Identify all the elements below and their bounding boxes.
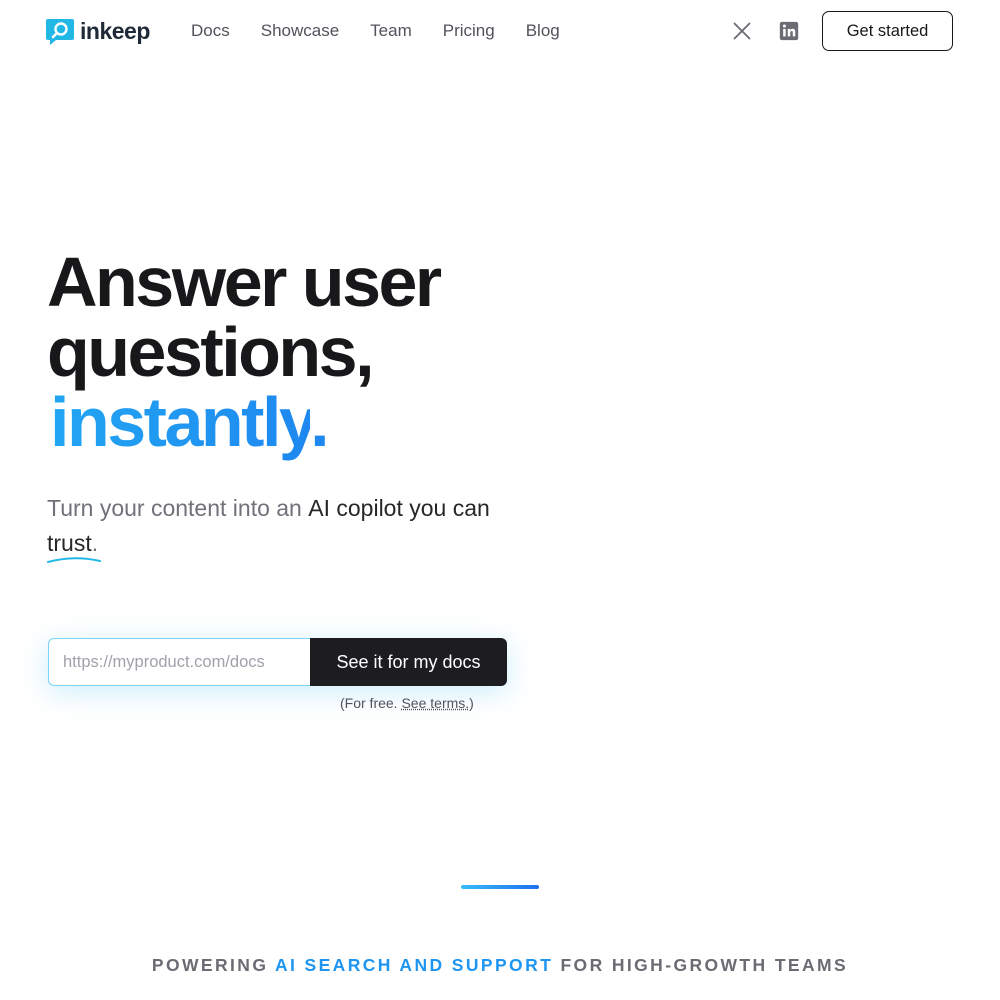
nav-blog[interactable]: Blog bbox=[526, 21, 560, 41]
linkedin-icon[interactable] bbox=[778, 20, 800, 42]
see-it-button[interactable]: See it for my docs bbox=[310, 638, 507, 686]
trust-underline-swoosh bbox=[47, 557, 101, 563]
see-terms-link[interactable]: See terms. bbox=[401, 695, 469, 711]
powering-part2: FOR HIGH-GROWTH TEAMS bbox=[553, 955, 849, 975]
hero-title: Answer user questions, instantly. bbox=[47, 247, 567, 457]
nav-docs[interactable]: Docs bbox=[191, 21, 230, 41]
powering-tagline: POWERING AI SEARCH AND SUPPORT FOR HIGH-… bbox=[0, 955, 1000, 976]
hero-title-line2: questions, bbox=[47, 313, 375, 391]
note-suffix: ) bbox=[469, 695, 474, 711]
inkeep-logo-icon bbox=[46, 18, 74, 45]
x-icon[interactable] bbox=[731, 20, 753, 42]
site-header: inkeep Docs Showcase Team Pricing Blog G… bbox=[0, 0, 1000, 62]
powering-part1: POWERING bbox=[151, 955, 275, 975]
subtitle-end: . bbox=[91, 530, 99, 556]
subtitle-strong: AI copilot you can bbox=[308, 495, 490, 521]
subtitle-trust: trust bbox=[47, 530, 92, 556]
main-nav: Docs Showcase Team Pricing Blog bbox=[191, 21, 591, 41]
note-prefix: (For free. bbox=[340, 695, 402, 711]
nav-pricing[interactable]: Pricing bbox=[443, 21, 495, 41]
brand-name: inkeep bbox=[80, 18, 150, 44]
free-note: (For free. See terms.) bbox=[340, 695, 474, 711]
nav-showcase[interactable]: Showcase bbox=[261, 21, 339, 41]
section-divider bbox=[461, 885, 539, 889]
logo-link[interactable]: inkeep bbox=[46, 18, 150, 45]
docs-url-input[interactable] bbox=[48, 638, 310, 686]
nav-team[interactable]: Team bbox=[370, 21, 412, 41]
hero-title-line1: Answer user bbox=[47, 243, 442, 321]
hero-title-dot: . bbox=[310, 383, 329, 461]
subtitle-trust-wrap: trust bbox=[47, 526, 101, 563]
hero-title-line3: instantly. bbox=[47, 387, 567, 457]
hero-title-accent: instantly bbox=[47, 383, 313, 461]
hero-subtitle: Turn your content into an AI copilot you… bbox=[47, 491, 517, 563]
docs-url-form: See it for my docs bbox=[48, 638, 507, 686]
get-started-button[interactable]: Get started bbox=[822, 11, 953, 51]
subtitle-plain: Turn your content into an bbox=[47, 495, 309, 521]
powering-highlight: AI SEARCH AND SUPPORT bbox=[274, 955, 554, 975]
